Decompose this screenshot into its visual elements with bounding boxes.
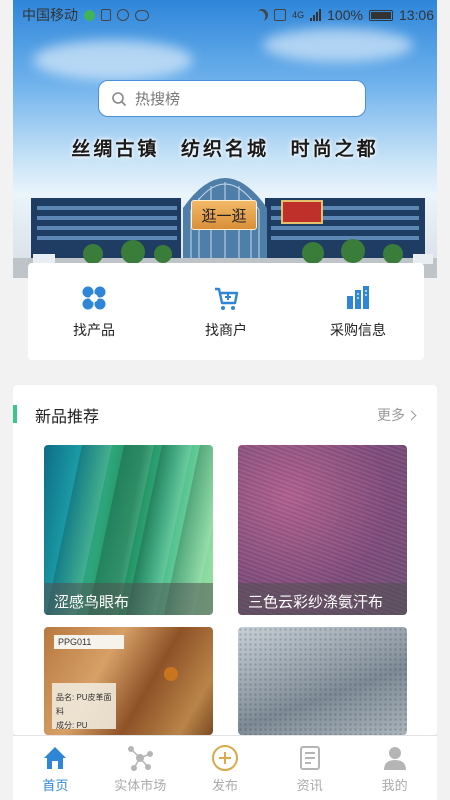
spec-line: 品名: PU皮革面料 xyxy=(56,693,112,716)
purchase-info-button[interactable]: 采购信息 xyxy=(303,284,413,340)
app-notification-icon xyxy=(117,9,129,21)
quick-nav-label: 找产品 xyxy=(73,321,115,338)
home-icon xyxy=(44,747,67,769)
tab-market[interactable]: 实体市场 xyxy=(98,736,183,800)
hero-banner[interactable]: 热搜榜 丝绸古镇 纺织名城 时尚之都 逛一逛 xyxy=(13,0,437,278)
tab-label: 首页 xyxy=(42,778,69,793)
tab-publish[interactable]: 发布 xyxy=(183,736,268,800)
purchase-info-icon xyxy=(347,285,369,309)
find-product-icon xyxy=(82,286,106,309)
product-card[interactable] xyxy=(238,627,407,735)
publish-plus-icon xyxy=(211,745,238,771)
news-icon xyxy=(299,746,320,770)
tab-label: 实体市场 xyxy=(114,778,167,793)
find-product-button[interactable]: 找产品 xyxy=(39,284,149,340)
quick-nav-label: 找商户 xyxy=(205,321,247,338)
clock: 13:06 xyxy=(398,7,434,23)
signal-icon xyxy=(310,9,322,21)
cloud-decoration xyxy=(263,28,413,62)
new-products-panel: 新品推荐 更多 涩感鸟眼布 三色云彩纱涤氨汗布 PPG011 品名: PU皮革面… xyxy=(13,385,437,735)
search-box[interactable]: 热搜榜 xyxy=(98,80,366,117)
panel-header: 新品推荐 更多 xyxy=(13,385,437,443)
market-icon xyxy=(128,746,154,771)
profile-icon xyxy=(383,747,406,770)
tab-label: 发布 xyxy=(211,778,238,793)
find-merchant-button[interactable]: 找商户 xyxy=(171,284,281,340)
product-image xyxy=(238,627,407,735)
product-name: 涩感鸟眼布 xyxy=(44,583,213,615)
more-label: 更多 xyxy=(377,407,405,423)
tab-label: 资讯 xyxy=(296,778,323,793)
network-type: 4G xyxy=(292,10,305,20)
usb-icon xyxy=(101,9,111,21)
visit-button[interactable]: 逛一逛 xyxy=(191,200,257,230)
composition-line: 成分: PU xyxy=(56,721,88,730)
wechat-icon xyxy=(135,9,149,21)
find-merchant-icon xyxy=(215,287,239,310)
verified-icon xyxy=(84,9,95,21)
product-code-tag: PPG011 xyxy=(54,635,124,649)
search-icon xyxy=(112,91,127,106)
quick-nav-label: 采购信息 xyxy=(330,321,386,338)
section-title: 新品推荐 xyxy=(35,409,100,426)
status-left: 中国移动 xyxy=(22,5,149,25)
carrier-name: 中国移动 xyxy=(22,7,78,23)
section-accent-bar xyxy=(13,405,17,423)
product-card[interactable]: 三色云彩纱涤氨汗布 xyxy=(238,445,407,615)
cloud-decoration xyxy=(33,40,193,80)
do-not-disturb-icon xyxy=(254,7,270,23)
led-sign xyxy=(281,200,323,224)
tab-home[interactable]: 首页 xyxy=(13,736,98,800)
hero-slogan: 丝绸古镇 纺织名城 时尚之都 xyxy=(71,138,379,160)
quick-nav-card: 找产品 找商户 采购信息 xyxy=(28,263,424,360)
tab-label: 我的 xyxy=(381,778,408,793)
bottom-tab-bar: 首页 实体市场 发布 资讯 我的 xyxy=(13,735,437,800)
status-bar: 中国移动 4G 100% 13:06 xyxy=(0,0,450,30)
search-placeholder: 热搜榜 xyxy=(135,91,181,108)
tab-news[interactable]: 资讯 xyxy=(267,736,352,800)
battery-icon xyxy=(368,9,393,21)
product-card[interactable]: PPG011 品名: PU皮革面料 成分: PU xyxy=(44,627,213,735)
brand-logo xyxy=(164,667,178,681)
tab-profile[interactable]: 我的 xyxy=(352,736,437,800)
product-card[interactable]: 涩感鸟眼布 xyxy=(44,445,213,615)
chevron-right-icon xyxy=(406,410,417,420)
battery-percent: 100% xyxy=(327,7,363,23)
more-link[interactable]: 更多 xyxy=(377,405,417,425)
product-spec-label: 品名: PU皮革面料 成分: PU xyxy=(52,683,116,730)
product-name: 三色云彩纱涤氨汗布 xyxy=(238,583,407,615)
mute-icon xyxy=(274,9,287,21)
status-right: 4G 100% 13:06 xyxy=(256,7,434,23)
